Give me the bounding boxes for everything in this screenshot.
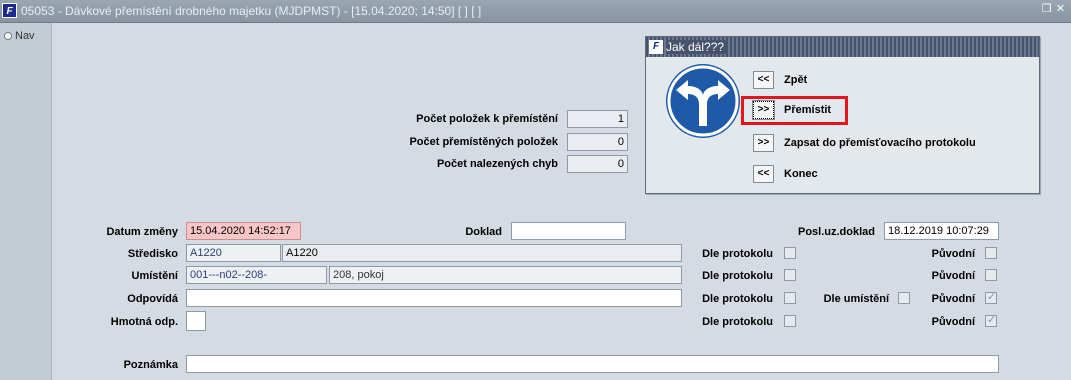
back-label[interactable]: Zpět bbox=[784, 74, 807, 86]
umisteni-name-field[interactable]: 208, pokoj bbox=[329, 266, 682, 284]
stredisko-code-field[interactable]: A1220 bbox=[186, 244, 281, 262]
hmotna-dle-protokolu-checkbox[interactable] bbox=[784, 315, 796, 327]
app-icon: F bbox=[2, 3, 17, 18]
nav-label[interactable]: Nav bbox=[15, 30, 35, 42]
dialog-titlebar: F Jak dál??? bbox=[646, 37, 1039, 57]
odpovida-puvodni-checkbox[interactable] bbox=[985, 290, 997, 304]
poznamka-label: Poznámka bbox=[123, 359, 178, 371]
count-to-move-field: 1 bbox=[567, 110, 628, 128]
back-button[interactable]: << bbox=[753, 71, 774, 89]
posl-label: Posl.uz.doklad bbox=[797, 226, 875, 238]
turn-left-right-sign-icon bbox=[666, 64, 740, 138]
count-errors-label: Počet nalezených chyb bbox=[436, 158, 558, 170]
hmotna-field[interactable] bbox=[186, 311, 206, 331]
highlight-box bbox=[741, 96, 848, 125]
end-button[interactable]: << bbox=[753, 165, 774, 183]
restore-icon[interactable]: ❐ bbox=[1041, 4, 1052, 15]
odpovida-dle-protokolu-checkbox[interactable] bbox=[784, 292, 796, 304]
doklad-label: Doklad bbox=[465, 226, 502, 238]
odpovida-dle-protokolu-label: Dle protokolu bbox=[702, 293, 773, 305]
nav-radio[interactable] bbox=[4, 32, 12, 40]
write-protocol-button[interactable]: >> bbox=[753, 134, 774, 152]
umisteni-dle-protokolu-checkbox[interactable] bbox=[784, 269, 796, 281]
write-protocol-label[interactable]: Zapsat do přemísťovacího protokolu bbox=[784, 137, 976, 149]
stredisko-name-field: A1220 bbox=[282, 244, 682, 262]
end-label[interactable]: Konec bbox=[784, 168, 818, 180]
stredisko-dle-protokolu-checkbox[interactable] bbox=[784, 247, 796, 259]
umisteni-code-field[interactable]: 001---n02--208- bbox=[186, 266, 327, 284]
dle-umisteni-label: Dle umístění bbox=[823, 293, 889, 305]
datum-label: Datum změny bbox=[106, 226, 178, 238]
umisteni-puvodni-label: Původní bbox=[931, 270, 975, 282]
dialog-app-icon: F bbox=[649, 40, 663, 54]
umisteni-dle-protokolu-label: Dle protokolu bbox=[702, 270, 773, 282]
stredisko-label: Středisko bbox=[127, 248, 178, 260]
hmotna-puvodni-label: Původní bbox=[931, 316, 975, 328]
close-icon[interactable]: ✕ bbox=[1055, 4, 1066, 15]
left-nav-panel: Nav bbox=[0, 23, 52, 380]
window-title: 05053 - Dávkové přemístění drobného maje… bbox=[21, 4, 482, 18]
stredisko-puvodni-checkbox[interactable] bbox=[985, 247, 997, 259]
odpovida-puvodni-label: Původní bbox=[931, 293, 975, 305]
posl-field[interactable]: 18.12.2019 10:07:29 bbox=[884, 222, 999, 240]
umisteni-puvodni-checkbox[interactable] bbox=[985, 269, 997, 281]
odpovida-field[interactable] bbox=[186, 289, 682, 307]
count-to-move-label: Počet položek k přemístění bbox=[416, 113, 558, 125]
poznamka-field[interactable] bbox=[186, 355, 999, 373]
dle-umisteni-checkbox[interactable] bbox=[898, 292, 910, 304]
hmotna-dle-protokolu-label: Dle protokolu bbox=[702, 316, 773, 328]
stredisko-puvodni-label: Původní bbox=[931, 248, 975, 260]
hmotna-label: Hmotná odp. bbox=[110, 316, 178, 328]
count-errors-field: 0 bbox=[567, 155, 628, 173]
stredisko-dle-protokolu-label: Dle protokolu bbox=[702, 248, 773, 260]
count-moved-field: 0 bbox=[567, 133, 628, 151]
doklad-field[interactable] bbox=[511, 222, 626, 240]
umisteni-label: Umístění bbox=[131, 270, 178, 282]
hmotna-puvodni-checkbox[interactable] bbox=[985, 313, 997, 327]
count-moved-label: Počet přemístěných položek bbox=[409, 136, 558, 148]
odpovida-label: Odpovídá bbox=[127, 293, 178, 305]
dialog-title: Jak dál??? bbox=[666, 40, 729, 54]
window-titlebar: F 05053 - Dávkové přemístění drobného ma… bbox=[0, 0, 1071, 23]
datum-field[interactable]: 15.04.2020 14:52:17 bbox=[186, 222, 301, 240]
